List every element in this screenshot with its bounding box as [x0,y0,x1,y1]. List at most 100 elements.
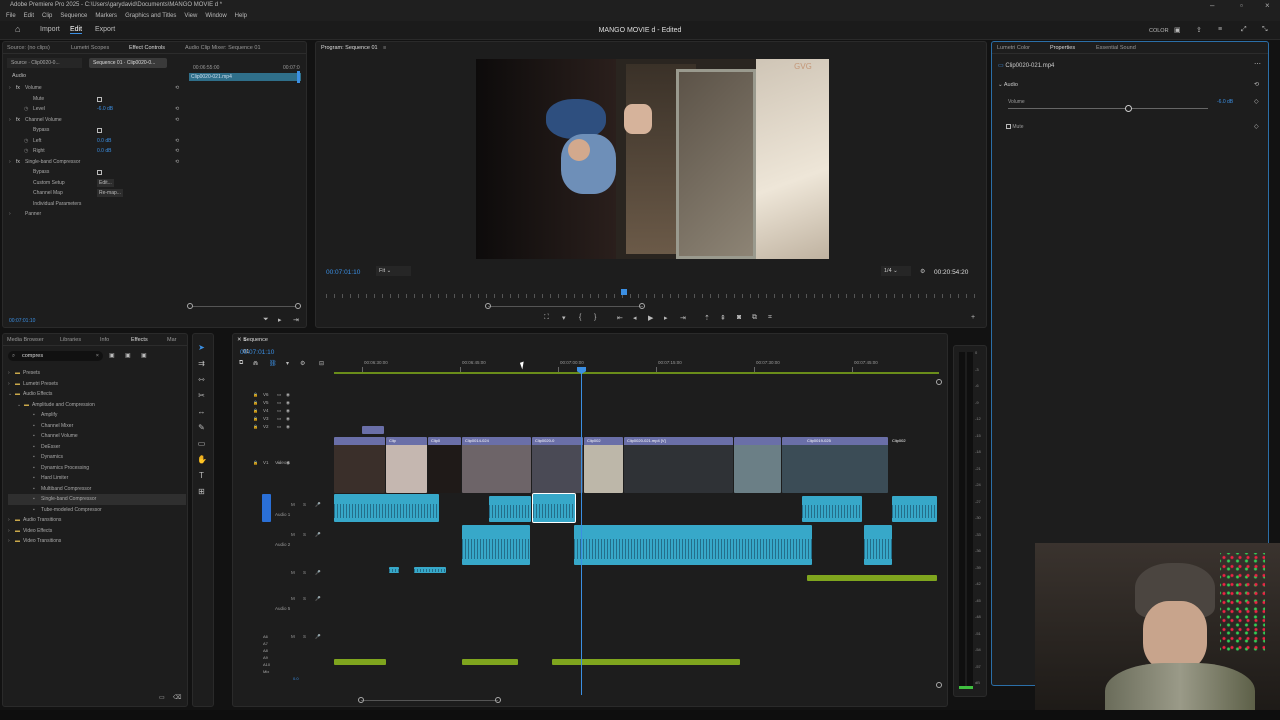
ec-button[interactable]: Edit... [97,178,114,187]
small-track-label[interactable]: A9 [263,655,268,660]
filter-icon[interactable]: ⏷ [263,316,269,324]
lock-icon[interactable]: 🔒 [253,408,258,413]
effects-tree-item[interactable]: ▪ Multiband Compressor [8,484,186,495]
mark-out-icon[interactable]: } [594,314,596,321]
ec-checkbox[interactable] [97,128,102,133]
menu-edit[interactable]: Edit [24,13,34,19]
effects-tree-item[interactable]: ▪ Dynamics [8,452,186,463]
chevron-down-icon[interactable]: ⌄ [8,389,12,400]
razor-tool-icon[interactable]: ✂ [197,391,206,400]
video-clip[interactable] [624,437,733,493]
ec-value[interactable]: 0.0 dB [97,136,111,147]
ec-row[interactable]: ◷ Level -6.0 dB ⟲ [9,104,189,115]
go-to-out-icon[interactable]: ⇥ [680,314,686,322]
fx-icon[interactable]: fx [16,83,20,94]
tab-audio-clip-mixer[interactable]: Audio Clip Mixer: Sequence 01 [185,42,261,54]
menu-file[interactable]: File [6,13,16,19]
compare-icon[interactable]: ⧉ [752,314,757,322]
audio-clip-a1[interactable] [334,494,439,522]
effects-tree-item[interactable]: ▪ Single-band Compressor [8,494,186,505]
ec-row[interactable]: ◷ Right 0.0 dB ⟲ [9,146,189,157]
sequence-clip-tab[interactable]: Sequence 01 · Clip0020-0... [89,58,167,68]
program-playhead[interactable] [621,289,628,295]
track-select-icon[interactable]: ⇉ [197,359,206,368]
sync-icon[interactable]: ▭ [277,400,281,406]
layout-icon[interactable]: ≡ [1218,26,1222,33]
go-to-in-icon[interactable]: ⇤ [617,314,623,322]
video-clip[interactable] [334,437,385,493]
toggle-icon[interactable]: ◉ [286,400,290,406]
step-forward-icon[interactable]: ▸ [664,314,668,322]
program-ruler[interactable] [326,294,981,298]
expand-icon[interactable]: › [9,115,11,126]
track-label[interactable]: V6 [263,392,269,397]
menu-view[interactable]: View [184,13,197,19]
clear-search-icon[interactable]: × [96,351,99,361]
audio-clip-green[interactable] [807,575,937,581]
ec-row[interactable]: › fx Single-band Compressor ⟲ [9,157,189,168]
track-label[interactable]: V2 [263,424,269,429]
v-scroll-bottom[interactable] [936,682,942,688]
chevron-right-icon[interactable]: › [8,526,10,537]
track-area[interactable]: Clip Clip0 Clip0014-024 Clip0020-0 Clip002 Cl… [334,379,937,689]
ec-row[interactable]: › fx Channel Volume ⟲ [9,115,189,126]
effects-tree-item[interactable]: › ▬ Presets [8,368,186,379]
chevron-right-icon[interactable]: › [8,379,10,390]
fit-dropdown[interactable]: Fit ⌄ [376,266,411,276]
audio-clip-green[interactable] [462,659,518,665]
32bit-filter-icon[interactable]: ▣ [125,352,131,359]
audio-clip-a2[interactable] [462,525,530,565]
solo-track-button[interactable]: S [303,502,306,507]
mute-track-button[interactable]: M [291,532,295,537]
source-clip-tab[interactable]: Source · Clip0020-0... [7,58,82,68]
volume-keyframe-icon[interactable]: ◇ [1254,98,1259,105]
a1-target[interactable] [262,494,271,522]
hand-tool-icon[interactable]: ✋ [197,455,207,464]
v-scroll-top[interactable] [936,379,942,385]
menu-markers[interactable]: Markers [95,13,117,19]
chevron-right-icon[interactable]: › [8,536,10,547]
small-track-label[interactable]: A10 [263,662,270,667]
toggle-icon[interactable]: ◉ [286,416,290,422]
program-zoom-right[interactable] [639,303,645,309]
reset-icon[interactable]: ⟲ [175,146,179,157]
ec-checkbox[interactable] [97,170,102,175]
stopwatch-icon[interactable]: ◷ [24,136,28,147]
program-timecode[interactable]: 00:07:01:10 [326,269,360,276]
tab-lumetri-color[interactable]: Lumetri Color [997,42,1030,54]
program-zoom-bar[interactable] [488,306,643,307]
mic-icon[interactable]: 🎤 [315,502,321,508]
track-label[interactable]: V3 [263,416,269,421]
audio-clip-small[interactable] [414,567,446,573]
sync-icon[interactable]: ▭ [277,392,281,398]
ec-zoom-handle-right[interactable] [295,303,301,309]
lock-icon[interactable]: 🔒 [253,416,258,421]
step-back-icon[interactable]: ◂ [633,314,637,322]
ec-row[interactable]: Individual Parameters [9,199,189,210]
effects-tree-item[interactable]: ▪ Channel Volume [8,431,186,442]
program-tab[interactable]: Program: Sequence 01 [321,42,378,54]
stopwatch-icon[interactable]: ◷ [24,146,28,157]
toggle-icon[interactable]: ◉ [286,408,290,414]
resolution-dropdown[interactable]: 1/4 ⌄ [881,266,911,276]
mic-icon[interactable]: 🎤 [315,532,321,538]
play-audio-icon[interactable]: ▸ [278,316,282,324]
lock-icon[interactable]: 🔒 [253,400,258,405]
expand-icon[interactable]: › [9,157,11,168]
mute-checkbox[interactable] [1006,124,1011,130]
timeline-playhead-line[interactable] [581,367,582,695]
tab-info[interactable]: Info [100,334,109,346]
video-clip[interactable] [386,437,427,493]
chevron-right-icon[interactable]: › [8,368,10,379]
volume-value[interactable]: -6.0 dB [1217,99,1233,105]
effects-search-input[interactable]: ⌕ compres × [8,351,103,361]
ec-timecode[interactable]: 00:07:01:10 [9,318,35,324]
effects-tree-item[interactable]: › ▬ Video Transitions [8,536,186,547]
mute-track-button[interactable]: M [291,634,295,639]
expand-icon[interactable]: › [9,83,11,94]
video-clip[interactable] [782,437,888,493]
mute-track-button[interactable]: M [291,502,295,507]
workspaces-icon[interactable]: ▣ [1174,26,1181,34]
program-video-frame[interactable]: GVG [476,59,829,259]
new-bin-icon[interactable]: ▭ [159,694,165,701]
